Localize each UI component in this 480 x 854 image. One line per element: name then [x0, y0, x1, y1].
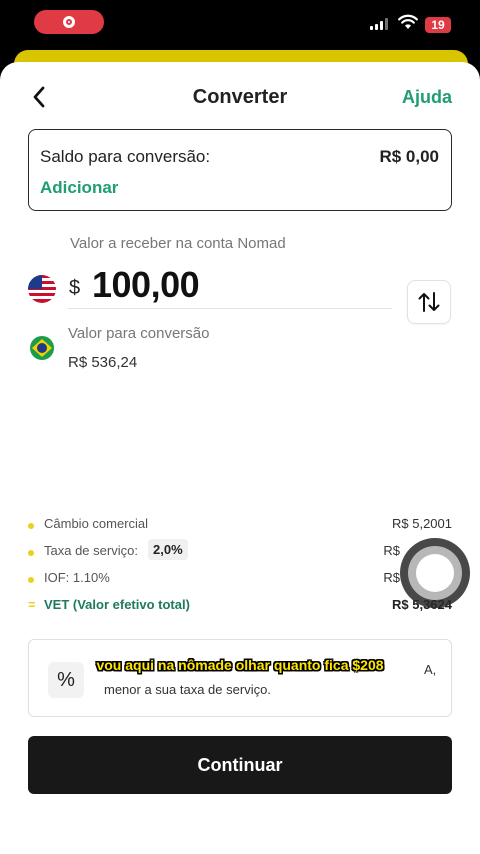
amount-divider — [68, 308, 392, 309]
converter-sheet: Converter Ajuda Saldo para conversão: R$… — [0, 62, 480, 854]
add-balance-link[interactable]: Adicionar — [40, 178, 118, 198]
rate-label: Taxa de serviço: — [44, 543, 138, 558]
info-text-line2: menor a sua taxa de serviço. — [104, 682, 271, 697]
usd-currency-symbol: $ — [69, 277, 81, 299]
header: Converter Ajuda — [0, 62, 480, 132]
us-flag-icon — [28, 275, 56, 303]
conversion-amount-label: Valor para conversão — [68, 325, 210, 342]
rate-value: R$ — [383, 543, 400, 558]
rate-breakdown: Câmbio comercial R$ 5,2001 Taxa de servi… — [28, 515, 452, 623]
bullet-icon — [28, 523, 34, 529]
wifi-icon — [398, 14, 418, 29]
balance-card: Saldo para conversão: R$ 0,00 Adicionar — [28, 129, 452, 211]
rate-row-service-fee: Taxa de serviço: 2,0% R$ — [28, 539, 452, 569]
conversion-amount-value: R$ 536,24 — [68, 354, 138, 371]
continue-button[interactable]: Continuar — [28, 736, 452, 794]
balance-label: Saldo para conversão: — [40, 147, 211, 166]
status-bar: 19 — [0, 0, 480, 48]
rate-row-commercial: Câmbio comercial R$ 5,2001 — [28, 515, 452, 542]
equals-icon: = — [28, 597, 36, 612]
swap-currency-button[interactable] — [407, 280, 451, 324]
info-card: % A, menor a sua taxa de serviço. — [28, 639, 452, 717]
cellular-signal-icon — [370, 18, 388, 30]
rate-row-iof: IOF: 1.10% R$ — [28, 569, 452, 596]
brazil-flag-icon — [30, 336, 54, 360]
rate-label: IOF: 1.10% — [44, 570, 110, 585]
receive-amount-input[interactable]: 100,00 — [92, 264, 200, 306]
rate-value: R$ — [383, 570, 400, 585]
receive-amount-label: Valor a receber na conta Nomad — [70, 235, 286, 252]
assistive-touch-button[interactable] — [400, 538, 470, 608]
bullet-icon — [28, 550, 34, 556]
recording-indicator[interactable] — [34, 10, 104, 34]
bullet-icon — [28, 577, 34, 583]
service-fee-percent-badge: 2,0% — [148, 539, 188, 560]
swap-vertical-icon — [418, 292, 440, 312]
rate-row-vet: = VET (Valor efetivo total) R$ 5,3624 — [28, 596, 452, 623]
record-icon — [63, 16, 75, 28]
rate-label: Câmbio comercial — [44, 516, 149, 531]
battery-indicator: 19 — [425, 17, 451, 33]
rate-value: R$ 5,2001 — [392, 516, 452, 531]
balance-value: R$ 0,00 — [379, 147, 439, 166]
help-link[interactable]: Ajuda — [402, 87, 452, 108]
rate-label: VET (Valor efetivo total) — [44, 597, 190, 612]
video-caption: vou aqui na nômade olhar quanto fica $20… — [96, 657, 384, 673]
